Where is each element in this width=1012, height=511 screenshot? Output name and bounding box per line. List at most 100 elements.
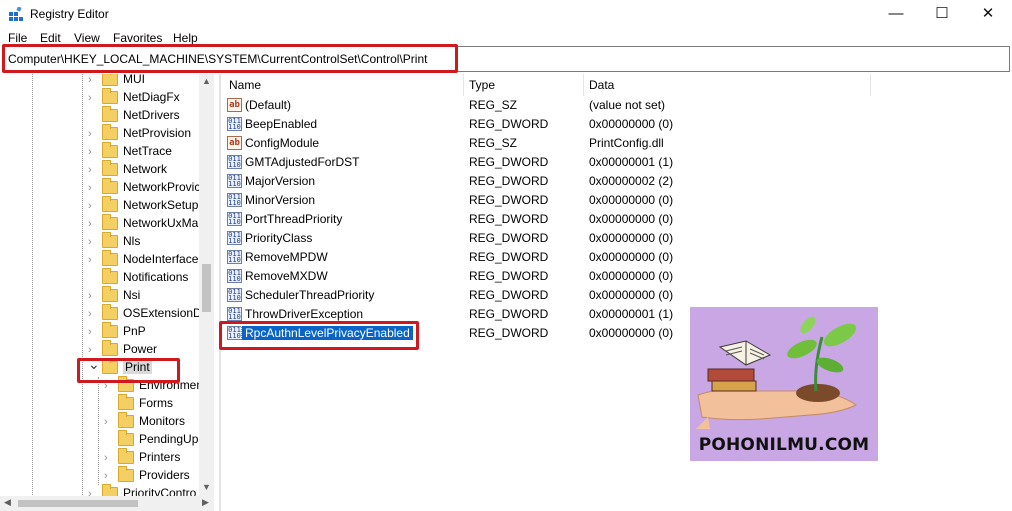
value-name[interactable]: (Default) — [245, 98, 291, 112]
tree-guide-line — [98, 377, 99, 485]
pane-splitter[interactable] — [219, 74, 221, 511]
print-key-highlight-box — [77, 358, 180, 383]
tree-item-netdiagfx[interactable]: › NetDiagFx — [88, 88, 215, 107]
value-row[interactable]: 011 110 RemoveMPDW REG_DWORD 0x00000000 (0) — [222, 248, 1012, 267]
expand-chevron-icon[interactable]: › — [104, 452, 114, 464]
expand-chevron-icon[interactable]: › — [104, 416, 114, 428]
tree-item-label: Forms — [139, 396, 173, 410]
scroll-thumb[interactable] — [202, 264, 211, 312]
value-name[interactable]: BeepEnabled — [245, 117, 317, 131]
tree-item-nsi[interactable]: › Nsi — [88, 286, 215, 305]
expand-chevron-icon[interactable]: › — [88, 128, 98, 140]
value-name[interactable]: MajorVersion — [245, 174, 315, 188]
expand-chevron-icon[interactable]: › — [88, 308, 98, 320]
expand-chevron-icon[interactable]: › — [104, 470, 114, 482]
expand-chevron-icon[interactable]: › — [88, 74, 98, 86]
value-name[interactable]: MinorVersion — [245, 193, 315, 207]
value-name[interactable]: PortThreadPriority — [245, 212, 342, 226]
binary-value-icon: 011 110 — [227, 269, 242, 283]
folder-icon — [102, 250, 118, 266]
value-row[interactable]: 011 110 PortThreadPriority REG_DWORD 0x0000… — [222, 210, 1012, 229]
minimize-button[interactable]: — — [873, 0, 919, 28]
menu-edit[interactable]: Edit — [40, 31, 61, 45]
value-name[interactable]: ThrowDriverException — [245, 307, 363, 321]
folder-icon — [102, 88, 118, 104]
window-title: Registry Editor — [30, 7, 109, 21]
tree-item-netdrivers[interactable]: NetDrivers — [88, 106, 215, 125]
expand-chevron-icon[interactable]: › — [88, 92, 98, 104]
expand-chevron-icon[interactable]: › — [88, 326, 98, 338]
maximize-button[interactable]: ☐ — [919, 0, 965, 28]
value-name[interactable]: ConfigModule — [245, 136, 319, 150]
expand-chevron-icon[interactable]: › — [88, 146, 98, 158]
value-type: REG_SZ — [469, 136, 518, 150]
tree-item-pnp[interactable]: › PnP — [88, 322, 215, 341]
value-row[interactable]: 011 110 MinorVersion REG_DWORD 0x00000000 (… — [222, 191, 1012, 210]
tree-item-label: NetworkSetup — [123, 198, 199, 212]
column-divider[interactable] — [870, 74, 871, 96]
value-data: 0x00000001 (1) — [589, 155, 674, 169]
tree-item-nettrace[interactable]: › NetTrace — [88, 142, 215, 161]
tree-item-networksetup[interactable]: › NetworkSetup — [88, 196, 215, 215]
scroll-up-icon[interactable]: ▲ — [201, 76, 212, 88]
expand-chevron-icon[interactable]: › — [88, 164, 98, 176]
scroll-down-icon[interactable]: ▼ — [201, 482, 212, 494]
value-row[interactable]: 011 110 BeepEnabled REG_DWORD 0x00000000 (0… — [222, 115, 1012, 134]
string-value-icon: ab — [227, 98, 242, 112]
value-name[interactable]: GMTAdjustedForDST — [245, 155, 359, 169]
value-row[interactable]: 011 110 MajorVersion REG_DWORD 0x00000002 (… — [222, 172, 1012, 191]
menu-file[interactable]: File — [8, 31, 27, 45]
folder-icon — [118, 394, 134, 410]
column-header-data[interactable]: Data — [589, 74, 614, 96]
binary-value-icon: 011 110 — [227, 288, 242, 302]
expand-chevron-icon[interactable]: › — [88, 344, 98, 356]
tree-item-label: MUI — [123, 74, 145, 86]
value-row[interactable]: 011 110 SchedulerThreadPriority REG_DWORD 0… — [222, 286, 1012, 305]
expand-chevron-icon[interactable]: › — [88, 182, 98, 194]
column-header-name[interactable]: Name — [229, 74, 261, 96]
tree-item-networkprovic[interactable]: › NetworkProvic — [88, 178, 215, 197]
tree-item-label: OSExtensionD — [123, 306, 202, 320]
tree-item-label: PnP — [123, 324, 146, 338]
value-row[interactable]: ab (Default) REG_SZ (value not set) — [222, 96, 1012, 115]
value-name[interactable]: RemoveMPDW — [245, 250, 328, 264]
column-divider[interactable] — [583, 74, 584, 96]
scroll-left-icon[interactable]: ◀ — [4, 497, 11, 508]
value-row[interactable]: ab ConfigModule REG_SZ PrintConfig.dll — [222, 134, 1012, 153]
expand-chevron-icon[interactable]: › — [88, 200, 98, 212]
value-row[interactable]: 011 110 RemoveMXDW REG_DWORD 0x00000000 (0) — [222, 267, 1012, 286]
tree-horizontal-scrollbar[interactable]: ◀ ▶ — [0, 496, 214, 511]
tree-item-notifications[interactable]: Notifications — [88, 268, 215, 287]
menu-view[interactable]: View — [74, 31, 100, 45]
tree-item-mui[interactable]: › MUI — [88, 74, 215, 89]
tree-item-label: NetDiagFx — [123, 90, 180, 104]
menu-favorites[interactable]: Favorites — [113, 31, 162, 45]
binary-value-icon: 011 110 — [227, 307, 242, 321]
scroll-thumb[interactable] — [18, 500, 138, 507]
close-button[interactable]: ✕ — [965, 0, 1011, 28]
column-divider[interactable] — [463, 74, 464, 96]
expand-chevron-icon[interactable]: › — [88, 218, 98, 230]
value-name[interactable]: PriorityClass — [245, 231, 312, 245]
tree-item-nls[interactable]: › Nls — [88, 232, 215, 251]
menu-help[interactable]: Help — [173, 31, 198, 45]
tree-item-networkuxma[interactable]: › NetworkUxMa — [88, 214, 215, 233]
tree-item-osextensiond[interactable]: › OSExtensionD — [88, 304, 215, 323]
value-row[interactable]: 011 110 PriorityClass REG_DWORD 0x00000000 … — [222, 229, 1012, 248]
tree-item-power[interactable]: › Power — [88, 340, 215, 359]
key-tree[interactable]: › MUI › NetDiagFx NetDrivers › NetProvision › Ne… — [0, 74, 215, 511]
expand-chevron-icon[interactable]: › — [88, 236, 98, 248]
value-list[interactable]: Name Type Data ab (Default) REG_SZ (value n… — [222, 74, 1012, 511]
folder-icon — [102, 74, 118, 86]
tree-item-nodeinterface[interactable]: › NodeInterface — [88, 250, 215, 269]
tree-item-netprovision[interactable]: › NetProvision — [88, 124, 215, 143]
value-row[interactable]: 011 110 GMTAdjustedForDST REG_DWORD 0x00000… — [222, 153, 1012, 172]
expand-chevron-icon[interactable]: › — [88, 254, 98, 266]
tree-vertical-scrollbar[interactable]: ▲ ▼ — [199, 74, 214, 496]
value-name[interactable]: RemoveMXDW — [245, 269, 328, 283]
column-header-type[interactable]: Type — [469, 74, 495, 96]
value-name[interactable]: SchedulerThreadPriority — [245, 288, 374, 302]
tree-item-network[interactable]: › Network — [88, 160, 215, 179]
expand-chevron-icon[interactable]: › — [88, 290, 98, 302]
scroll-right-icon[interactable]: ▶ — [202, 497, 209, 508]
